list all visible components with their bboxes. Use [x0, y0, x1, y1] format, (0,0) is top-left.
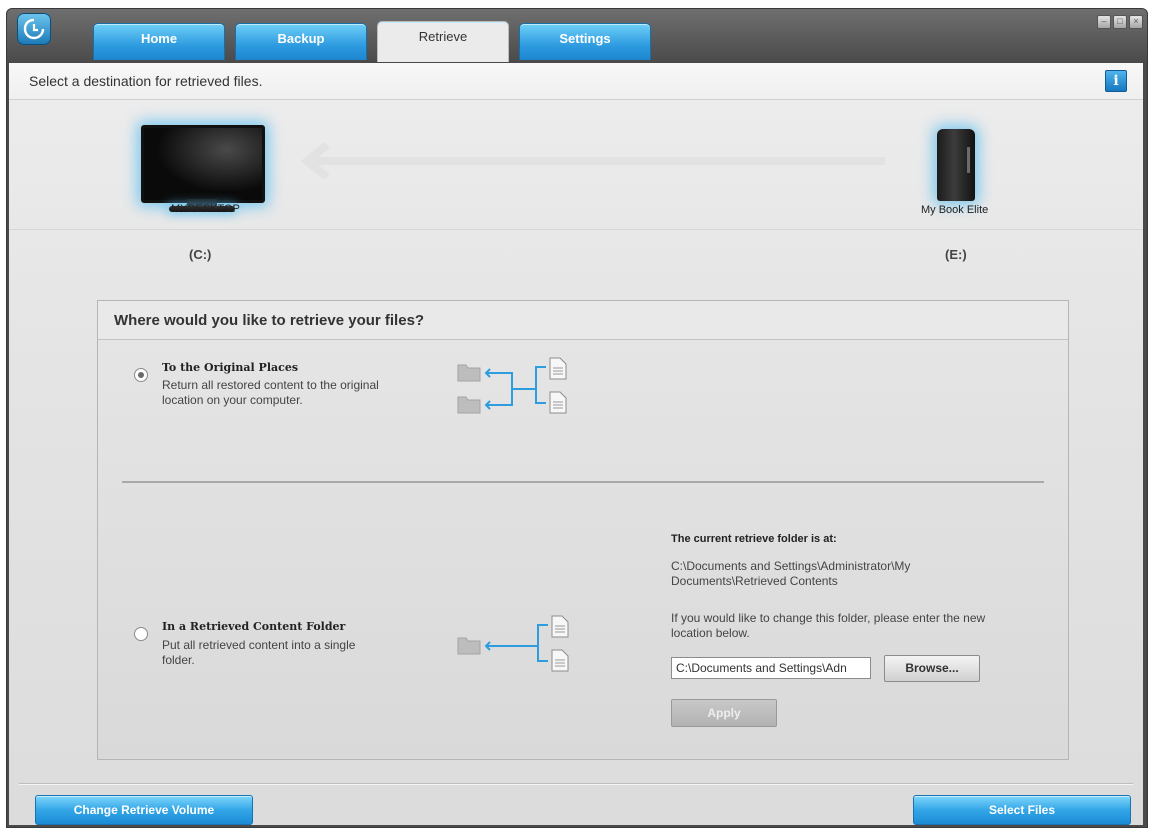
tab-home[interactable]: Home: [93, 23, 225, 60]
app-logo-icon[interactable]: [17, 13, 51, 45]
browse-button[interactable]: Browse...: [884, 655, 980, 682]
tab-backup[interactable]: Backup: [235, 23, 367, 60]
option-original-description: Return all restored content to the origi…: [162, 378, 379, 407]
retrieved-folder-diagram-icon: [457, 615, 569, 672]
current-folder-label: The current retrieve folder is at:: [671, 533, 837, 545]
option-folder-title: In a Retrieved Content Folder: [162, 620, 346, 633]
source-drive-letter: (C:): [189, 247, 212, 262]
tab-settings[interactable]: Settings: [519, 23, 651, 60]
main-content: Select a destination for retrieved files…: [9, 63, 1143, 825]
retrieve-options-panel: Where would you like to retrieve your fi…: [97, 300, 1069, 760]
panel-header: Where would you like to retrieve your fi…: [98, 301, 1068, 340]
instruction-bar: Select a destination for retrieved files…: [9, 63, 1143, 100]
radio-original-places[interactable]: [134, 368, 148, 382]
info-icon[interactable]: i: [1105, 70, 1127, 92]
source-device-name: MYDESKTOP: [171, 203, 240, 215]
option-original-title: To the Original Places: [162, 361, 299, 374]
divider: [9, 229, 1143, 230]
footer-divider-highlight: [19, 784, 1133, 785]
original-places-diagram-icon: [457, 357, 567, 414]
close-icon[interactable]: ×: [1129, 15, 1143, 29]
target-device-name: My Book Elite: [921, 204, 989, 216]
drive-led: [967, 147, 970, 173]
options-separator: [122, 481, 1044, 483]
apply-button[interactable]: Apply: [671, 699, 777, 727]
panel-title: Where would you like to retrieve your fi…: [114, 312, 425, 329]
tab-retrieve[interactable]: Retrieve: [377, 21, 509, 62]
current-folder-path: C:\Documents and Settings\Administrator\…: [671, 559, 911, 588]
instruction-text: Select a destination for retrieved files…: [29, 73, 263, 89]
option-folder-description: Put all retrieved content into a single …: [162, 638, 356, 667]
change-folder-prompt: If you would like to change this folder,…: [671, 611, 986, 640]
monitor-icon[interactable]: [141, 125, 265, 203]
radio-retrieved-folder[interactable]: [134, 627, 148, 641]
target-drive-letter: (E:): [945, 247, 967, 262]
retrieve-folder-input[interactable]: [671, 657, 871, 679]
change-retrieve-volume-button[interactable]: Change Retrieve Volume: [35, 795, 253, 825]
app-window: Home Backup Retrieve Settings – □ × Sele…: [6, 8, 1148, 828]
select-files-button[interactable]: Select Files: [913, 795, 1131, 825]
transfer-arrow-icon: [300, 143, 885, 179]
maximize-icon[interactable]: □: [1113, 15, 1127, 29]
minimize-icon[interactable]: –: [1097, 15, 1111, 29]
